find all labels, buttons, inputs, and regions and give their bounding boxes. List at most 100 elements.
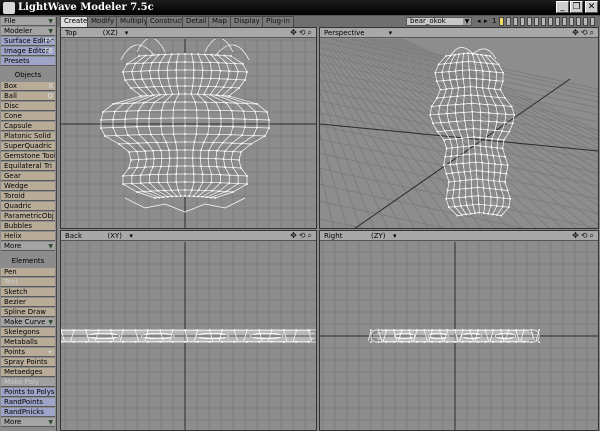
elements-spline-draw-button[interactable]: Spline Draw: [1, 308, 55, 317]
layer-slot-3[interactable]: [513, 17, 518, 26]
objects-more-button[interactable]: More ▼: [1, 242, 55, 251]
viewport-name[interactable]: Right: [324, 232, 342, 240]
tab-detail[interactable]: Detail: [182, 16, 211, 27]
elements-metaballs-button[interactable]: Metaballs: [1, 338, 55, 347]
mesh-vertex: [479, 111, 482, 114]
zoom-icon[interactable]: ⌕: [590, 28, 596, 37]
layer-slot-6[interactable]: [534, 17, 539, 26]
rotate-icon[interactable]: ⟲: [299, 231, 308, 240]
layer-slot-4[interactable]: [520, 17, 525, 26]
elements-spray-points-button[interactable]: Spray Points: [1, 358, 55, 367]
elements-make-curve-button[interactable]: Make Curve ▼: [1, 318, 55, 327]
mesh-vertex: [215, 157, 217, 160]
objects-parametricobj-button[interactable]: ParametricObj: [1, 212, 55, 221]
objects-ball-button[interactable]: Ball O: [1, 92, 55, 101]
maximize-button[interactable]: ❐: [570, 1, 583, 13]
mesh-vertex: [134, 62, 137, 65]
elements-pen-button[interactable]: Pen: [1, 268, 55, 277]
menu-surface-editor-button[interactable]: Surface Editor F5: [1, 37, 55, 46]
object-selector[interactable]: bear_okok ▼: [406, 17, 472, 26]
tab-map[interactable]: Map: [208, 16, 231, 27]
layer-slot-14[interactable]: [590, 17, 595, 26]
zoom-icon[interactable]: ⌕: [590, 231, 596, 240]
layer-slot-8[interactable]: [548, 17, 553, 26]
objects-superquadric-button[interactable]: SuperQuadric: [1, 142, 55, 151]
viewport-name[interactable]: Top: [65, 29, 77, 37]
mesh-vertex: [264, 135, 266, 137]
tab-plugin[interactable]: Plug-in: [262, 16, 294, 27]
tab-display[interactable]: Display: [230, 16, 264, 27]
elements-metaedges-button[interactable]: Metaedges: [1, 368, 55, 377]
layer-slot-1[interactable]: [499, 17, 504, 26]
objects-gear-button[interactable]: Gear: [1, 172, 55, 181]
zoom-icon[interactable]: ⌕: [308, 28, 314, 37]
rotate-icon[interactable]: ⟲: [581, 231, 590, 240]
elements-bezier-button[interactable]: Bezier: [1, 298, 55, 307]
close-button[interactable]: ✕: [585, 1, 598, 13]
viewport-name[interactable]: Back: [65, 232, 82, 240]
minimize-button[interactable]: _: [556, 1, 569, 13]
objects-quadric-button[interactable]: Quadric: [1, 202, 55, 211]
elements-sketch-button[interactable]: Sketch: [1, 288, 55, 297]
elements-points-button[interactable]: Points +: [1, 348, 55, 357]
mesh-vertex: [496, 121, 498, 123]
objects-equilateral-tri-button[interactable]: Equilateral Tri: [1, 162, 55, 171]
mesh-vertex: [163, 101, 166, 103]
zoom-icon[interactable]: ⌕: [308, 231, 314, 240]
rotate-icon[interactable]: ⟲: [299, 28, 308, 37]
mesh-vertex: [122, 71, 124, 73]
elements-points-to-polys-button[interactable]: Points to Polys: [1, 388, 55, 397]
layer-slot-2[interactable]: [506, 17, 511, 26]
elements-text-button[interactable]: Text: [1, 278, 55, 287]
layer-slot-10[interactable]: [562, 17, 567, 26]
objects-capsule-button[interactable]: Capsule: [1, 122, 55, 131]
move-icon[interactable]: ✥: [290, 28, 299, 37]
layer-slot-7[interactable]: [541, 17, 546, 26]
mesh-vertex: [506, 189, 509, 192]
layer-slot-12[interactable]: [576, 17, 581, 26]
mesh-vertex: [184, 341, 186, 343]
rotate-icon[interactable]: ⟲: [581, 28, 590, 37]
elements-randpoints-button[interactable]: RandPoints: [1, 398, 55, 407]
elements-skelegons-button[interactable]: Skelegons: [1, 328, 55, 337]
viewport-axes[interactable]: (ZY): [371, 232, 386, 240]
elements-make-poly-button[interactable]: Make Poly: [1, 378, 55, 387]
layer-slot-5[interactable]: [527, 17, 532, 26]
tab-modify[interactable]: Modify: [87, 16, 119, 27]
viewport-back[interactable]: Back (XY) ▾ ✥⟲⌕: [60, 230, 317, 431]
objects-box-button[interactable]: Box X: [1, 82, 55, 91]
menu-presets-button[interactable]: Presets: [1, 57, 55, 66]
move-icon[interactable]: ✥: [572, 231, 581, 240]
elements-randpnicks-button[interactable]: RandPnicks: [1, 408, 55, 417]
viewport-axes[interactable]: (XY): [107, 232, 122, 240]
move-icon[interactable]: ✥: [572, 28, 581, 37]
layer-slot-11[interactable]: [569, 17, 574, 26]
layer-next-icon[interactable]: ▸: [484, 18, 488, 25]
objects-cone-button[interactable]: Cone: [1, 112, 55, 121]
elements-more-button[interactable]: More ▼: [1, 418, 55, 427]
objects-toroid-button[interactable]: Toroid: [1, 192, 55, 201]
menu-modeler-button[interactable]: Modeler ▼: [1, 27, 55, 36]
layer-prev-icon[interactable]: ◂: [477, 18, 481, 25]
mesh-vertex: [462, 52, 465, 55]
objects-disc-button[interactable]: Disc: [1, 102, 55, 111]
objects-bubbles-button[interactable]: Bubbles: [1, 222, 55, 231]
objects-wedge-button[interactable]: Wedge: [1, 182, 55, 191]
layer-slot-9[interactable]: [555, 17, 560, 26]
mesh-vertex: [492, 341, 494, 343]
objects-platonic-solid-button[interactable]: Platonic Solid: [1, 132, 55, 141]
viewport-name[interactable]: Perspective: [324, 29, 365, 37]
mesh-vertex: [473, 144, 476, 147]
objects-gemstone-tool-button[interactable]: Gemstone Tool: [1, 152, 55, 161]
viewport-axes[interactable]: (XZ): [103, 29, 118, 37]
mesh-vertex: [113, 110, 116, 113]
objects-helix-button[interactable]: Helix: [1, 232, 55, 241]
layer-slot-13[interactable]: [583, 17, 588, 26]
mesh-vertex: [508, 206, 510, 208]
viewport-top[interactable]: Top (XZ) ▾ ✥⟲⌕: [60, 27, 317, 229]
menu-file-button[interactable]: File ▼: [1, 17, 55, 26]
viewport-right[interactable]: Right (ZY) ▾ ✥⟲⌕: [319, 230, 599, 431]
menu-image-editor-button[interactable]: Image Editor F6: [1, 47, 55, 56]
move-icon[interactable]: ✥: [290, 231, 299, 240]
viewport-perspective[interactable]: Perspective ▾ ✥⟲⌕: [319, 27, 599, 229]
